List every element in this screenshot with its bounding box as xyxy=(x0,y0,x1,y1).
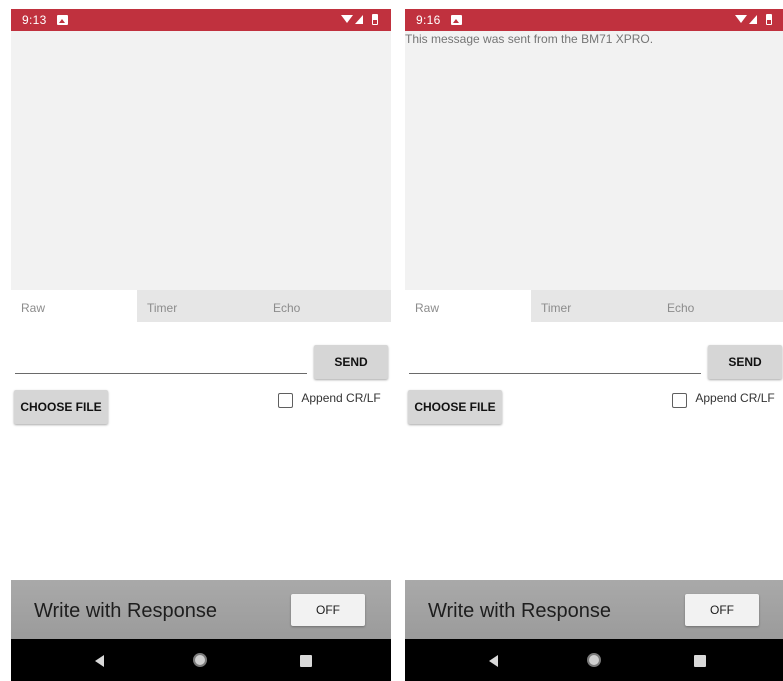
status-time: 9:13 xyxy=(22,13,47,27)
image-notification-icon xyxy=(451,15,462,25)
battery-icon xyxy=(766,14,772,25)
cell-signal-icon xyxy=(749,15,757,24)
wifi-icon xyxy=(735,15,747,23)
received-output-area[interactable] xyxy=(11,31,391,290)
received-message-text: This message was sent from the BM71 XPRO… xyxy=(405,32,654,46)
home-icon[interactable] xyxy=(193,653,207,667)
send-button[interactable]: SEND xyxy=(314,345,388,379)
write-response-toggle-button[interactable]: OFF xyxy=(685,594,759,626)
tab-raw[interactable]: Raw xyxy=(11,290,137,322)
cell-signal-icon xyxy=(355,15,363,24)
mode-tabs: Raw Timer Echo xyxy=(11,290,391,322)
tab-echo[interactable]: Echo xyxy=(657,290,783,322)
append-crlf-label-text: Append CR/LF xyxy=(301,391,381,405)
append-crlf-label-text: Append CR/LF xyxy=(695,391,775,405)
recents-icon[interactable] xyxy=(300,655,312,667)
navigation-bar xyxy=(11,639,391,681)
send-text-input[interactable] xyxy=(409,353,701,374)
write-response-toggle-button[interactable]: OFF xyxy=(291,594,365,626)
status-bar: 9:13 xyxy=(11,9,391,31)
tab-echo[interactable]: Echo xyxy=(263,290,391,322)
received-output-area[interactable]: This message was sent from the BM71 XPRO… xyxy=(405,31,783,290)
write-response-label: Write with Response xyxy=(428,600,612,622)
send-button[interactable]: SEND xyxy=(708,345,782,379)
write-response-bar: Write with Response OFF xyxy=(405,580,783,639)
image-notification-icon xyxy=(57,15,68,25)
append-crlf-label: Append CR/LF xyxy=(682,391,775,405)
wifi-icon xyxy=(341,15,353,23)
phone-screen-right: 9:16 This message was sent from the BM71… xyxy=(405,9,783,681)
write-response-label: Write with Response xyxy=(34,600,218,622)
choose-file-button[interactable]: CHOOSE FILE xyxy=(14,390,108,424)
tab-timer[interactable]: Timer xyxy=(137,290,263,322)
status-time: 9:16 xyxy=(416,13,441,27)
write-response-bar: Write with Response OFF xyxy=(11,580,391,639)
navigation-bar xyxy=(405,639,783,681)
recents-icon[interactable] xyxy=(694,655,706,667)
status-bar: 9:16 xyxy=(405,9,783,31)
send-text-input[interactable] xyxy=(15,353,307,374)
tab-raw[interactable]: Raw xyxy=(405,290,531,322)
battery-icon xyxy=(372,14,378,25)
back-icon[interactable] xyxy=(489,655,498,667)
mode-tabs: Raw Timer Echo xyxy=(405,290,783,322)
phone-screen-left: 9:13 Raw Timer Echo SEND CHOOSE FILE App… xyxy=(11,9,391,681)
choose-file-button[interactable]: CHOOSE FILE xyxy=(408,390,502,424)
back-icon[interactable] xyxy=(95,655,104,667)
home-icon[interactable] xyxy=(587,653,601,667)
append-crlf-label: Append CR/LF xyxy=(288,391,381,405)
tab-timer[interactable]: Timer xyxy=(531,290,657,322)
